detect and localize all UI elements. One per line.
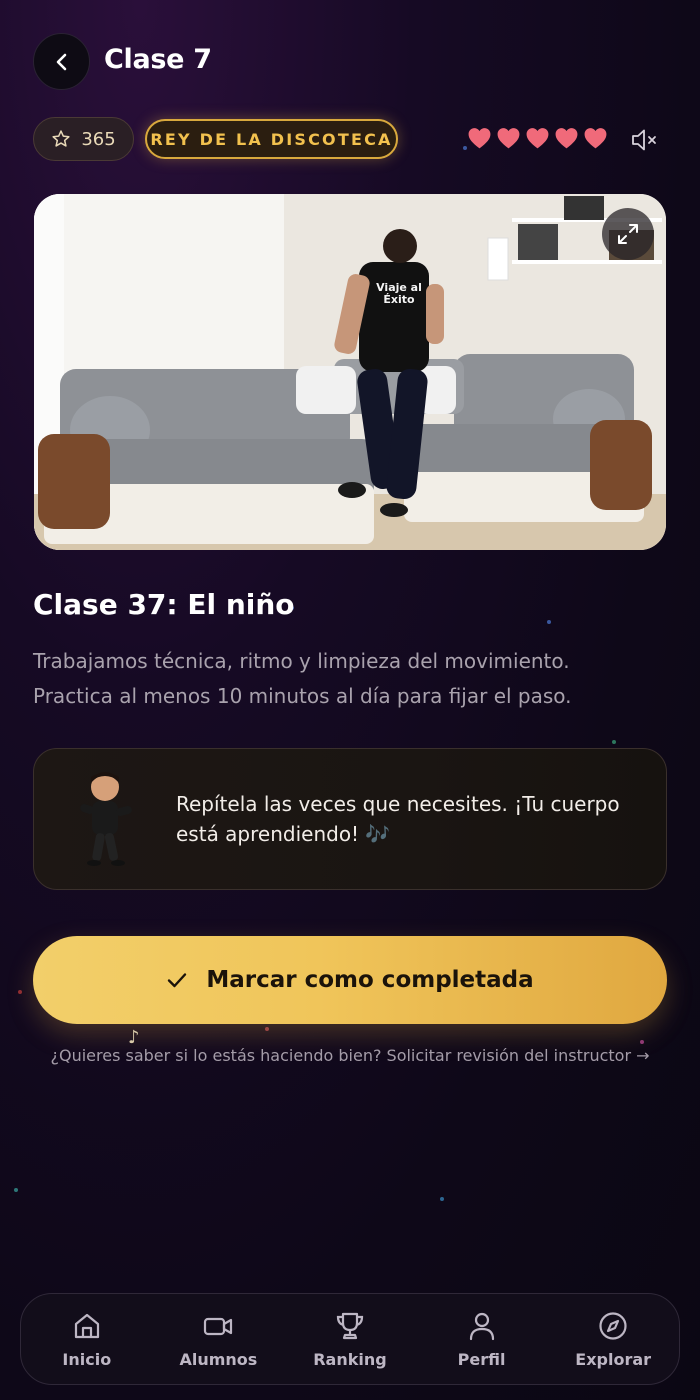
lesson-title: Clase 37: El niño xyxy=(33,588,295,621)
fullscreen-button[interactable] xyxy=(602,208,654,260)
check-icon xyxy=(168,973,187,988)
mark-complete-button[interactable]: Marcar como completada xyxy=(33,936,667,1024)
nav-item-alumnos[interactable]: Alumnos xyxy=(158,1310,278,1369)
trophy-icon xyxy=(336,1312,364,1339)
lesson-description: Trabajamos técnica, ritmo y limpieza del… xyxy=(33,649,572,708)
star-icon xyxy=(52,130,70,147)
chevron-left-icon xyxy=(56,53,66,70)
heart-icon xyxy=(584,128,607,149)
background-dot xyxy=(640,1040,644,1044)
coach-tip-card: Repítela las veces que necesites. ¡Tu cu… xyxy=(33,748,667,890)
stars-counter: 365 xyxy=(33,117,134,161)
background-dot xyxy=(547,620,551,624)
background-dot xyxy=(612,740,616,744)
nav-item-explorar[interactable]: Explorar xyxy=(553,1310,673,1369)
stars-count: 365 xyxy=(81,128,116,150)
nav-item-ranking[interactable]: Ranking xyxy=(290,1310,410,1369)
background-dot xyxy=(265,1027,269,1031)
nav-item-inicio[interactable]: Inicio xyxy=(27,1310,147,1369)
background-dot xyxy=(440,1197,444,1201)
coach-avatar xyxy=(80,772,132,866)
back-button[interactable] xyxy=(33,33,90,90)
background-dot xyxy=(14,1188,18,1192)
lesson-video[interactable]: Viaje al Éxito xyxy=(34,194,666,550)
nav-label: Inicio xyxy=(62,1349,112,1369)
heart-icon xyxy=(468,128,491,149)
page-title: Clase 7 xyxy=(104,44,212,75)
nav-label: Explorar xyxy=(575,1349,652,1369)
nav-item-perfil[interactable]: Perfil xyxy=(422,1310,542,1369)
user-icon xyxy=(469,1312,494,1340)
video-frame xyxy=(34,194,666,550)
home-icon xyxy=(74,1313,99,1338)
heart-icon xyxy=(526,128,549,149)
nav-label: Perfil xyxy=(457,1349,506,1369)
shirt-print: Viaje al Éxito xyxy=(376,281,422,306)
rank-badge: REY DE LA DISCOTECA xyxy=(145,119,398,159)
coach-message: Repítela las veces que necesites. ¡Tu cu… xyxy=(176,792,620,846)
background-dot xyxy=(18,990,22,994)
heart-icon xyxy=(497,128,520,149)
mark-complete-label: Marcar como completada xyxy=(206,967,534,993)
nav-label: Ranking xyxy=(313,1349,387,1369)
video-camera-icon xyxy=(204,1317,233,1335)
lives-hearts xyxy=(467,126,608,150)
compass-icon xyxy=(599,1311,627,1340)
heart-icon xyxy=(555,128,578,149)
expand-icon xyxy=(618,224,638,244)
nav-label: Alumnos xyxy=(179,1349,258,1369)
request-review-link[interactable]: ¿Quieres saber si lo estás haciendo bien… xyxy=(0,1046,700,1065)
music-note-icon: ♪ xyxy=(128,1027,140,1048)
mute-icon[interactable] xyxy=(630,127,658,153)
bottom-navigation: Inicio Alumnos Ranking Perfil Explorar xyxy=(20,1293,680,1385)
